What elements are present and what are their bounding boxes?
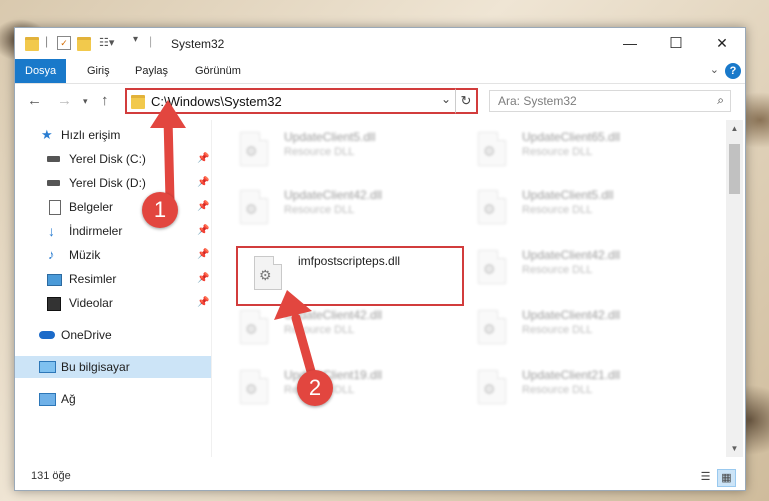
arrow-1-head [150, 100, 186, 128]
step-2-callout: 2 [297, 370, 333, 406]
arrow-2 [291, 313, 317, 380]
arrow-1 [163, 113, 175, 205]
step-1-callout: 1 [142, 192, 178, 228]
arrow-2-head [274, 290, 312, 320]
annotation-arrows [150, 100, 317, 380]
